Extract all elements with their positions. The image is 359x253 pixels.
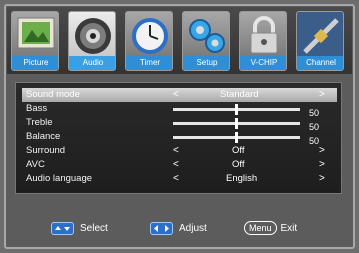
right-arrow-icon[interactable]: > xyxy=(319,144,325,158)
picture-icon xyxy=(17,17,55,49)
tab-label: V-CHIP xyxy=(240,56,286,70)
balance-slider-knob[interactable] xyxy=(235,132,238,143)
left-arrow-icon[interactable]: < xyxy=(173,172,179,186)
row-label: AVC xyxy=(26,159,45,170)
bass-slider-knob[interactable] xyxy=(235,104,238,115)
menu-tab-bar: Picture Audio Timer Setup V-CHIP Channel xyxy=(7,7,352,74)
tab-label: Timer xyxy=(126,56,172,70)
balance-slider[interactable] xyxy=(173,132,300,143)
right-arrow-icon[interactable]: > xyxy=(319,158,325,172)
right-arrow-icon[interactable]: > xyxy=(319,172,325,186)
speaker-icon xyxy=(75,18,111,54)
tab-timer[interactable]: Timer xyxy=(125,11,173,71)
row-label: Bass xyxy=(26,103,48,114)
surround-value: Off xyxy=(232,145,245,156)
menu-row-surround[interactable]: Surround < Off > xyxy=(22,144,337,158)
exit-label: Exit xyxy=(280,223,298,234)
row-label: Treble xyxy=(26,117,53,128)
treble-slider-knob[interactable] xyxy=(235,118,238,129)
select-hint: Select xyxy=(51,221,108,237)
sound-mode-value: Standard xyxy=(220,89,259,100)
tab-setup[interactable]: Setup xyxy=(182,11,230,71)
avc-value: Off xyxy=(232,159,245,170)
lock-icon xyxy=(250,16,278,54)
tab-label: Picture xyxy=(12,56,58,70)
adjust-hint: Adjust xyxy=(150,221,207,237)
left-right-keys-icon xyxy=(150,221,173,235)
satellite-icon xyxy=(297,12,343,60)
left-arrow-icon[interactable]: < xyxy=(173,158,179,172)
tab-v-chip[interactable]: V-CHIP xyxy=(239,11,287,71)
menu-key-icon: Menu xyxy=(244,221,277,235)
tab-label: Channel xyxy=(297,56,343,70)
exit-hint: Menu Exit xyxy=(244,221,297,237)
menu-row-bass[interactable]: Bass 50 xyxy=(22,102,337,118)
tab-label: Audio xyxy=(69,56,115,70)
treble-slider[interactable] xyxy=(173,118,300,129)
audio-settings-panel: Sound mode < Standard > Bass 50 Treble 5… xyxy=(15,82,342,194)
bass-slider[interactable] xyxy=(173,104,300,115)
clock-icon xyxy=(132,18,168,54)
tab-audio[interactable]: Audio xyxy=(68,11,116,71)
menu-row-treble[interactable]: Treble 50 xyxy=(22,116,337,132)
menu-row-balance[interactable]: Balance 50 xyxy=(22,130,337,146)
tab-channel[interactable]: Channel xyxy=(296,11,344,71)
tab-label: Setup xyxy=(183,56,229,70)
tv-osd-screen: Picture Audio Timer Setup V-CHIP Channel… xyxy=(0,0,359,253)
up-down-keys-icon xyxy=(51,221,74,235)
right-arrow-icon[interactable]: > xyxy=(319,88,325,102)
menu-row-sound-mode[interactable]: Sound mode < Standard > xyxy=(22,88,337,102)
key-hint-bar: Select Adjust Menu Exit xyxy=(15,208,342,248)
row-label: Sound mode xyxy=(26,89,80,100)
row-label: Surround xyxy=(26,145,66,156)
audio-language-value: English xyxy=(226,173,258,184)
adjust-label: Adjust xyxy=(179,223,207,234)
left-arrow-icon[interactable]: < xyxy=(173,144,179,158)
tab-picture[interactable]: Picture xyxy=(11,11,59,71)
select-label: Select xyxy=(80,223,108,234)
row-label: Balance xyxy=(26,131,61,142)
gears-icon xyxy=(189,19,225,53)
row-label: Audio language xyxy=(26,173,93,184)
menu-row-audio-language[interactable]: Audio language < English > xyxy=(22,172,337,186)
menu-row-avc[interactable]: AVC < Off > xyxy=(22,158,337,172)
left-arrow-icon[interactable]: < xyxy=(173,88,179,102)
